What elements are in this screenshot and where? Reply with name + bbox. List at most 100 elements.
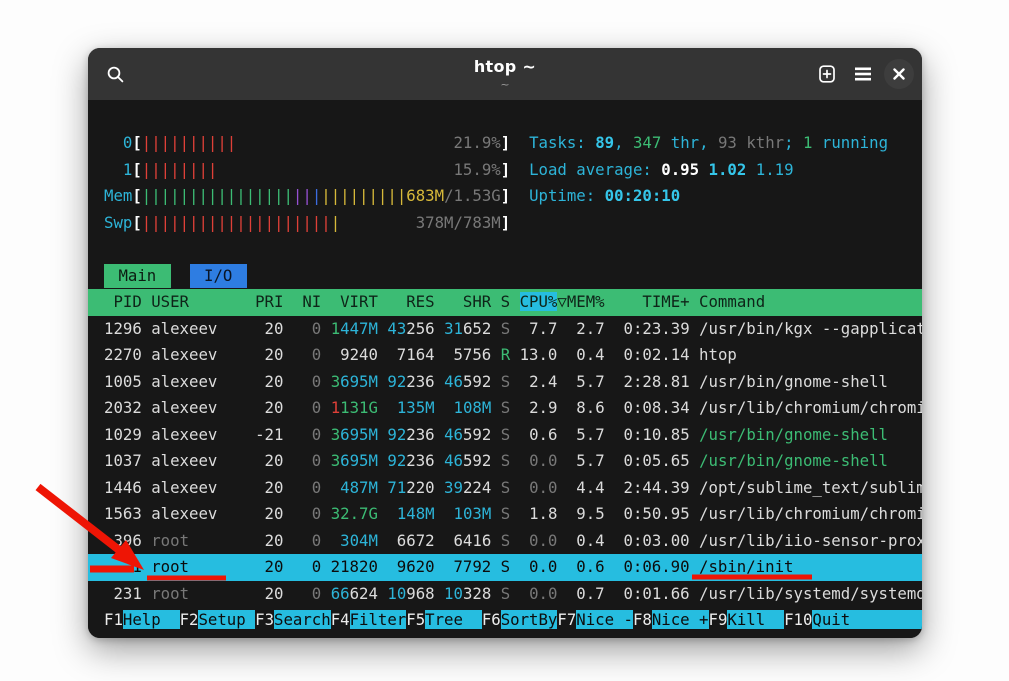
column-header-row[interactable]: PID USER PRI NI VIRT RES SHR S CPU%▽MEM%… bbox=[88, 289, 922, 316]
terminal-text: 695M bbox=[340, 372, 378, 391]
terminal-text: 231 bbox=[104, 584, 151, 603]
terminal-text: 103M bbox=[454, 504, 492, 523]
terminal-text: 31 bbox=[444, 319, 463, 338]
tab-io[interactable]: I/O bbox=[190, 264, 247, 288]
terminal-text: root bbox=[151, 584, 189, 603]
terminal-text bbox=[321, 504, 330, 523]
terminal-text: 1.02 bbox=[709, 160, 756, 179]
tab-main[interactable]: Main bbox=[104, 264, 171, 288]
terminal-text: 43 bbox=[387, 319, 406, 338]
terminal-text: 66 bbox=[331, 584, 350, 603]
terminal-text: 968 bbox=[406, 584, 444, 603]
terminal-text: 20 bbox=[189, 531, 312, 550]
terminal-text: Uptime: bbox=[529, 186, 605, 205]
new-tab-button[interactable] bbox=[812, 59, 842, 89]
terminal-text: 46 bbox=[444, 372, 463, 391]
fkey-sortby[interactable]: SortBy bbox=[501, 610, 558, 629]
terminal-text: S bbox=[501, 372, 510, 391]
terminal-text: 0 bbox=[312, 398, 321, 417]
terminal-text bbox=[378, 372, 387, 391]
terminal[interactable]: 0[|||||||||| 21.9%] Tasks: 89, 347 thr, … bbox=[88, 100, 922, 638]
terminal-text: ] bbox=[501, 160, 510, 179]
fkey-search[interactable]: Search bbox=[274, 610, 331, 629]
process-row[interactable]: 2032 alexeev 20 0 1131G 135M 108M S 2.9 … bbox=[104, 395, 922, 422]
terminal-text: 89 bbox=[595, 133, 614, 152]
terminal-text bbox=[321, 372, 330, 391]
terminal-text: 1 bbox=[104, 160, 132, 179]
terminal-text: || bbox=[293, 186, 312, 205]
terminal-text: 256 bbox=[406, 319, 444, 338]
process-row[interactable]: 1029 alexeev -21 0 3695M 92236 46592 S 0… bbox=[104, 422, 922, 449]
terminal-text: 0 bbox=[312, 425, 321, 444]
terminal-text bbox=[510, 584, 529, 603]
menu-button[interactable] bbox=[848, 59, 878, 89]
terminal-text bbox=[340, 213, 416, 232]
process-row[interactable]: 396 root 20 0 304M 6672 6416 S 0.0 0.4 0… bbox=[104, 528, 922, 555]
terminal-text: F1 bbox=[104, 610, 123, 629]
terminal-text bbox=[510, 531, 529, 550]
terminal-text bbox=[378, 504, 397, 523]
process-row[interactable]: 1037 alexeev 20 0 3695M 92236 46592 S 0.… bbox=[104, 448, 922, 475]
terminal-text: 0 bbox=[312, 478, 321, 497]
terminal-text: 328 bbox=[463, 584, 501, 603]
terminal-text: 32.7G bbox=[331, 504, 378, 523]
terminal-text: 592 bbox=[463, 372, 501, 391]
terminal-text: 9240 7164 5756 bbox=[321, 345, 500, 364]
terminal-text: 236 bbox=[406, 425, 444, 444]
fkey-nice-minus[interactable]: Nice - bbox=[576, 610, 633, 629]
terminal-text: [ bbox=[132, 186, 141, 205]
mem-meter-row: Mem[||||||||||||||||||||||||||||683M/1.5… bbox=[104, 183, 922, 210]
terminal-text: root bbox=[151, 531, 189, 550]
terminal-text: S bbox=[501, 531, 510, 550]
terminal-text bbox=[378, 319, 387, 338]
terminal-text: S bbox=[501, 425, 510, 444]
titlebar[interactable]: htop ~ ~ bbox=[88, 48, 922, 100]
terminal-text: 4.4 2:44.39 /opt/sublime_text/sublim bbox=[557, 478, 922, 497]
terminal-text: |||||||||| bbox=[142, 133, 236, 152]
fkey-filter[interactable]: Filter bbox=[350, 610, 407, 629]
process-row[interactable]: 1563 alexeev 20 0 32.7G 148M 103M S 1.8 … bbox=[104, 501, 922, 528]
terminal-text bbox=[378, 451, 387, 470]
swap-meter-row: Swp[||||||||||||||||||||| 378M/783M] bbox=[104, 210, 922, 237]
terminal-text: 0.4 0:03.00 /usr/lib/iio-sensor-prox bbox=[557, 531, 922, 550]
window-title: htop ~ bbox=[88, 57, 922, 76]
terminal-text: 3 bbox=[331, 372, 340, 391]
terminal-text: /1.53G bbox=[444, 186, 501, 205]
terminal-text: 2.4 5.7 2:28.81 /usr/bin/gnome-shell bbox=[510, 372, 888, 391]
terminal-text: 10 bbox=[387, 584, 406, 603]
terminal-text: 92 bbox=[387, 451, 406, 470]
fkey-tree[interactable]: Tree bbox=[425, 610, 482, 629]
terminal-text: F5 bbox=[406, 610, 425, 629]
close-icon bbox=[893, 68, 905, 80]
terminal-text: ] bbox=[501, 186, 510, 205]
terminal-text: 108M bbox=[454, 398, 492, 417]
process-row[interactable]: 2270 alexeev 20 0 9240 7164 5756 R 13.0 … bbox=[104, 342, 922, 369]
fkey-setup[interactable]: Setup bbox=[198, 610, 255, 629]
terminal-text: 15.9% bbox=[453, 160, 500, 179]
terminal-text: Tasks: bbox=[529, 133, 595, 152]
fkey-kill[interactable]: Kill bbox=[727, 610, 784, 629]
terminal-text: F3 bbox=[255, 610, 274, 629]
terminal-text: 3 bbox=[331, 451, 340, 470]
sort-column-cpu[interactable]: CPU% bbox=[520, 292, 558, 311]
terminal-text bbox=[321, 531, 340, 550]
process-row[interactable]: 1005 alexeev 20 0 3695M 92236 46592 S 2.… bbox=[104, 369, 922, 396]
fkey-help[interactable]: Help bbox=[123, 610, 180, 629]
terminal-text: 20 bbox=[189, 584, 312, 603]
process-row[interactable]: 1446 alexeev 20 0 487M 71220 39224 S 0.0… bbox=[104, 475, 922, 502]
screen-tabs: Main I/O bbox=[104, 263, 922, 290]
process-row[interactable]: 1296 alexeev 20 0 1447M 43256 31652 S 7.… bbox=[104, 316, 922, 343]
fkey-nice-plus[interactable]: Nice + bbox=[652, 610, 709, 629]
fkey-quit[interactable]: Quit bbox=[812, 610, 922, 629]
terminal-text: [ bbox=[132, 160, 141, 179]
process-row-selected[interactable]: 1 root 20 0 21820 9620 7792 S 0.0 0.6 0:… bbox=[88, 554, 922, 581]
terminal-text: 1296 alexeev 20 bbox=[104, 319, 312, 338]
terminal-text: 447M bbox=[340, 319, 378, 338]
terminal-text: 0 bbox=[312, 504, 321, 523]
terminal-text: 148M bbox=[397, 504, 435, 523]
terminal-text: 1005 alexeev 20 bbox=[104, 372, 312, 391]
terminal-text: 236 bbox=[406, 372, 444, 391]
process-row[interactable]: 231 root 20 0 66624 10968 10328 S 0.0 0.… bbox=[104, 581, 922, 608]
terminal-text bbox=[321, 451, 330, 470]
close-button[interactable] bbox=[884, 59, 914, 89]
